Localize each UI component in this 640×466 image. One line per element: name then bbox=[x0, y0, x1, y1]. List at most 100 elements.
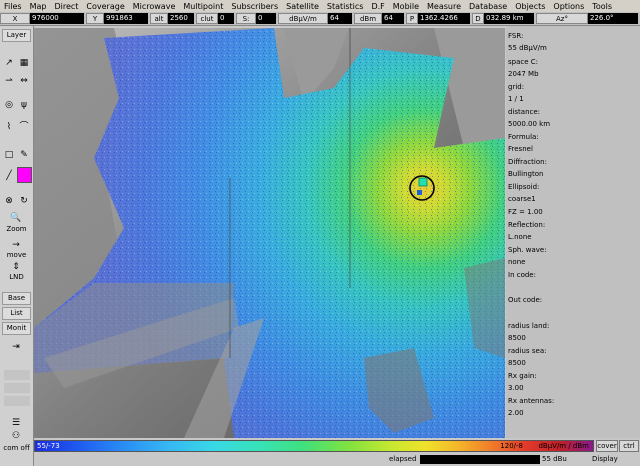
layer-button[interactable]: Layer bbox=[2, 29, 31, 42]
x-value-field[interactable]: 976000 bbox=[30, 13, 84, 24]
menu-item-subscribers[interactable]: Subscribers bbox=[227, 2, 282, 11]
y-label: Y bbox=[86, 13, 104, 24]
draw-line-icon[interactable]: ↗ bbox=[3, 58, 15, 68]
calculation-info-panel: FSR: 55 dBμV/m space C: 2047 Mb grid: 1 … bbox=[506, 26, 640, 438]
space-value: 2047 Mb bbox=[508, 70, 539, 78]
status-bar: elapsed 55 dBu Display bbox=[34, 453, 640, 466]
menu-item-statistics[interactable]: Statistics bbox=[323, 2, 368, 11]
d-label: D bbox=[472, 13, 484, 24]
fsr-value: 55 dBμV/m bbox=[508, 44, 547, 52]
menu-item-coverage[interactable]: Coverage bbox=[82, 2, 128, 11]
antenna-icon[interactable]: ψ bbox=[18, 100, 30, 110]
menu-item-map[interactable]: Map bbox=[26, 2, 51, 11]
menu-item-microwave[interactable]: Microwave bbox=[129, 2, 180, 11]
out-code-label: Out code: bbox=[508, 296, 543, 304]
rx-gain-label: Rx gain: bbox=[508, 372, 537, 380]
space-label: space C: bbox=[508, 58, 539, 66]
legend-max-label: 120/-8 bbox=[500, 442, 523, 450]
spherical-wave-label: Sph. wave: bbox=[508, 246, 547, 254]
menu-item-df[interactable]: D.F bbox=[367, 2, 388, 11]
p-value-field[interactable]: 1362.4266 bbox=[418, 13, 470, 24]
move-arrow-icon[interactable]: → bbox=[10, 240, 22, 250]
formula-label: Formula: bbox=[508, 133, 539, 141]
land-icon[interactable]: ⇕ bbox=[10, 262, 22, 272]
menu-item-tools[interactable]: Tools bbox=[588, 2, 616, 11]
base-button[interactable]: Base bbox=[2, 292, 31, 305]
antenna-marker[interactable] bbox=[417, 190, 422, 195]
diffraction-value: Bullington bbox=[508, 170, 544, 178]
x-label: X bbox=[0, 13, 30, 24]
com-off-label[interactable]: com off bbox=[2, 444, 31, 452]
az-value-field[interactable]: 226.0° bbox=[588, 13, 638, 24]
ellipsoid-label: Ellipsoid: bbox=[508, 183, 540, 191]
zoom-label[interactable]: Zoom bbox=[2, 225, 31, 233]
menu-item-objects[interactable]: Objects bbox=[511, 2, 549, 11]
d-value-field[interactable]: 032.89 km bbox=[484, 13, 534, 24]
unit2-value-field[interactable]: 64 bbox=[382, 13, 404, 24]
legend-min-label: 55/-73 bbox=[37, 442, 60, 450]
elapsed-progress-bar bbox=[420, 455, 540, 464]
in-code-label: In code: bbox=[508, 271, 536, 279]
signal-legend-bar[interactable]: 55/-73 120/-8 dBμV/m / dBm bbox=[34, 440, 594, 452]
list-icon[interactable]: ☰ bbox=[10, 418, 22, 428]
y-value-field[interactable]: 991863 bbox=[104, 13, 148, 24]
unit1-value-field[interactable]: 64 bbox=[328, 13, 352, 24]
login-icon[interactable]: ⇥ bbox=[10, 342, 22, 352]
pencil-icon[interactable]: ✎ bbox=[18, 150, 30, 160]
network-icon[interactable]: ⚇ bbox=[10, 431, 22, 441]
menu-item-multipoint[interactable]: Multipoint bbox=[179, 2, 227, 11]
fsr-display-value: 55 dBu bbox=[542, 455, 567, 463]
list-button[interactable]: List bbox=[2, 307, 31, 320]
menu-item-database[interactable]: Database bbox=[465, 2, 511, 11]
reflection-label: Reflection: bbox=[508, 221, 546, 229]
az-label: Az° bbox=[536, 13, 588, 24]
menu-item-files[interactable]: Files bbox=[0, 2, 26, 11]
rectangle-icon[interactable]: □ bbox=[3, 150, 15, 160]
rx-gain-value: 3.00 bbox=[508, 384, 524, 392]
unit1-label: dBμV/m bbox=[278, 13, 328, 24]
path-icon[interactable]: ⌒ bbox=[18, 122, 30, 132]
radius-land-value: 8500 bbox=[508, 334, 526, 342]
arrow-tool-icon[interactable]: ⇀ bbox=[3, 76, 15, 86]
cover-button[interactable]: cover bbox=[596, 440, 618, 452]
profile-icon[interactable]: ⌇ bbox=[3, 122, 15, 132]
menu-item-options[interactable]: Options bbox=[549, 2, 588, 11]
grid-value: 1 / 1 bbox=[508, 95, 524, 103]
distance-value: 5000.00 km bbox=[508, 120, 551, 128]
diffraction-label: Diffraction: bbox=[508, 158, 547, 166]
lnd-label[interactable]: LND bbox=[2, 273, 31, 281]
s-value-field[interactable]: 0 bbox=[256, 13, 276, 24]
distance-label: distance: bbox=[508, 108, 541, 116]
legend-unit-label: dBμV/m / dBm bbox=[538, 442, 589, 450]
clut-label: clut bbox=[196, 13, 218, 24]
menu-item-satellite[interactable]: Satellite bbox=[282, 2, 323, 11]
menu-item-mobile[interactable]: Mobile bbox=[389, 2, 423, 11]
faded-tools-area bbox=[4, 370, 30, 410]
measure-icon[interactable]: ⇔ bbox=[18, 76, 30, 86]
transmitter-site-marker[interactable] bbox=[418, 177, 428, 187]
coverage-map[interactable] bbox=[34, 28, 505, 438]
formula-value: Fresnel bbox=[508, 145, 533, 153]
monit-button[interactable]: Monit bbox=[2, 322, 31, 335]
refresh-icon[interactable]: ↻ bbox=[18, 196, 30, 206]
alt-value-field[interactable]: 2560 bbox=[168, 13, 194, 24]
cancel-icon[interactable]: ⊗ bbox=[3, 196, 15, 206]
menu-item-direct[interactable]: Direct bbox=[50, 2, 82, 11]
target-icon[interactable]: ◎ bbox=[3, 100, 15, 110]
clut-value-field[interactable]: 0 bbox=[218, 13, 234, 24]
ctrl-button[interactable]: ctrl bbox=[619, 440, 639, 452]
elapsed-label: elapsed bbox=[389, 455, 417, 463]
move-label[interactable]: move bbox=[2, 251, 31, 259]
coordinate-bar: X 976000 Y 991863 alt 2560 clut 0 S: 0 d… bbox=[0, 12, 640, 26]
radius-land-label: radius land: bbox=[508, 322, 550, 330]
zoom-icon[interactable]: 🔍 bbox=[10, 213, 22, 223]
rx-antennas-label: Rx antennas: bbox=[508, 397, 555, 405]
color-swatch[interactable] bbox=[17, 167, 32, 183]
line-tool-icon[interactable]: ╱ bbox=[3, 171, 15, 181]
coverage-map-svg bbox=[34, 28, 505, 438]
rx-antennas-value: 2.00 bbox=[508, 409, 524, 417]
menu-item-measure[interactable]: Measure bbox=[423, 2, 465, 11]
ellipsoid-value: coarse1 bbox=[508, 195, 536, 203]
grid-icon[interactable]: ▦ bbox=[18, 58, 30, 68]
reflection-value: L.none bbox=[508, 233, 532, 241]
